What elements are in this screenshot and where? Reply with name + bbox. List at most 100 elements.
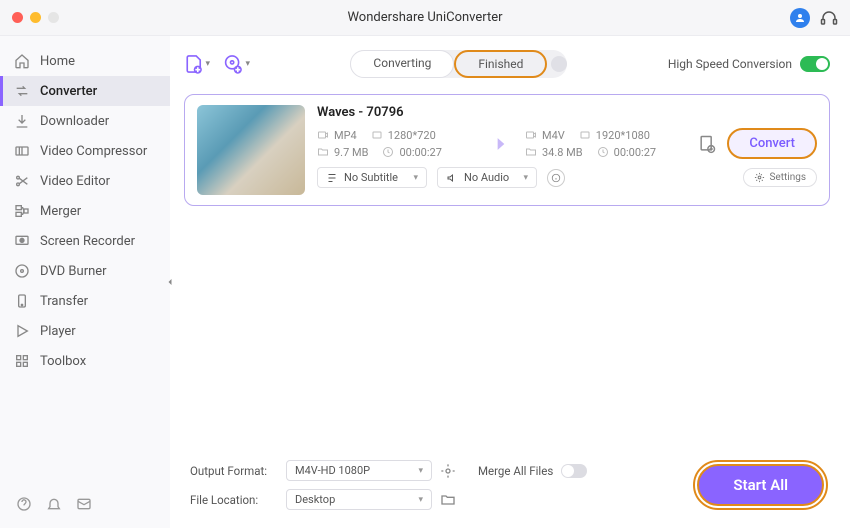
footer: Output Format: M4V-HD 1080P▾ Merge All F… <box>184 446 830 528</box>
sidebar-item-label: Video Compressor <box>40 144 147 159</box>
sidebar: Home Converter Downloader Video Compress… <box>0 36 170 528</box>
info-icon <box>551 173 561 183</box>
sidebar-item-label: Downloader <box>40 114 109 129</box>
high-speed-toggle[interactable] <box>800 56 830 72</box>
sidebar-item-label: Screen Recorder <box>40 234 135 249</box>
chevron-down-icon: ▾ <box>205 59 210 69</box>
clock-icon <box>597 146 609 158</box>
task-card[interactable]: Waves - 70796 MP4 1280*720 9.7 MB 00:00:… <box>184 94 830 206</box>
sidebar-item-compressor[interactable]: Video Compressor <box>0 136 170 166</box>
window-controls <box>12 12 59 23</box>
titlebar: Wondershare UniConverter <box>0 0 850 36</box>
disc-icon <box>14 263 30 279</box>
sidebar-item-label: Merger <box>40 204 81 219</box>
file-location-label: File Location: <box>190 493 278 507</box>
sidebar-item-downloader[interactable]: Downloader <box>0 106 170 136</box>
add-file-icon <box>184 54 203 74</box>
sidebar-item-label: Converter <box>40 84 97 99</box>
add-file-button[interactable]: ▾ <box>184 51 210 77</box>
high-speed-label: High Speed Conversion <box>668 57 792 71</box>
sidebar-item-label: DVD Burner <box>40 264 107 279</box>
sidebar-item-label: Toolbox <box>40 354 86 369</box>
file-location-row: File Location: Desktop▾ <box>190 489 587 510</box>
audio-select[interactable]: No Audio▾ <box>437 167 537 188</box>
tab-segment: Converting Finished <box>350 50 567 78</box>
audio-icon <box>446 172 458 184</box>
close-window-dot[interactable] <box>12 12 23 23</box>
sidebar-item-label: Home <box>40 54 75 69</box>
subtitle-select[interactable]: No Subtitle▾ <box>317 167 427 188</box>
resolution-icon <box>371 129 383 141</box>
gear-icon <box>754 172 765 183</box>
toolbar: ▾ ▾ Converting Finished High Speed Conve… <box>184 50 830 78</box>
video-thumbnail[interactable] <box>197 105 305 195</box>
sidebar-item-label: Video Editor <box>40 174 110 189</box>
convert-button[interactable]: Convert <box>727 128 817 159</box>
task-options-row: No Subtitle▾ No Audio▾ Settings <box>317 167 817 188</box>
chevron-down-icon: ▾ <box>523 173 528 183</box>
sidebar-item-recorder[interactable]: Screen Recorder <box>0 226 170 256</box>
chevron-down-icon: ▾ <box>418 495 423 505</box>
video-icon <box>525 129 537 141</box>
format-settings-icon[interactable] <box>440 463 456 479</box>
minimize-window-dot[interactable] <box>30 12 41 23</box>
footer-left: Output Format: M4V-HD 1080P▾ Merge All F… <box>190 460 587 510</box>
task-meta-row: MP4 1280*720 9.7 MB 00:00:27 M4V 1920*10… <box>317 128 817 159</box>
task-title: Waves - 70796 <box>317 105 817 120</box>
output-format-select[interactable]: M4V-HD 1080P▾ <box>286 460 432 481</box>
info-button[interactable] <box>547 169 565 187</box>
task-actions: Convert <box>697 128 817 159</box>
preset-settings-icon[interactable] <box>697 134 717 154</box>
merge-icon <box>14 203 30 219</box>
sidebar-item-label: Transfer <box>40 294 88 309</box>
dest-meta: M4V 1920*1080 34.8 MB 00:00:27 <box>525 129 685 159</box>
start-all-button[interactable]: Start All <box>697 464 824 506</box>
user-avatar[interactable] <box>790 8 810 28</box>
support-headset-icon[interactable] <box>820 9 838 27</box>
collapse-sidebar-icon[interactable] <box>164 276 176 288</box>
file-location-select[interactable]: Desktop▾ <box>286 489 432 510</box>
source-meta: MP4 1280*720 9.7 MB 00:00:27 <box>317 129 477 159</box>
sidebar-item-player[interactable]: Player <box>0 316 170 346</box>
transfer-icon <box>14 293 30 309</box>
home-icon <box>14 53 30 69</box>
settings-chip[interactable]: Settings <box>743 168 817 187</box>
notification-icon[interactable] <box>46 496 62 512</box>
arrow-right-icon <box>491 134 511 154</box>
sidebar-item-merger[interactable]: Merger <box>0 196 170 226</box>
output-format-label: Output Format: <box>190 464 278 478</box>
sidebar-item-editor[interactable]: Video Editor <box>0 166 170 196</box>
main: Home Converter Downloader Video Compress… <box>0 36 850 528</box>
scissors-icon <box>14 173 30 189</box>
chevron-down-icon: ▾ <box>418 466 423 476</box>
resolution-icon <box>579 129 591 141</box>
chevron-down-icon: ▾ <box>413 173 418 183</box>
merge-all-files: Merge All Files <box>478 464 587 478</box>
grid-icon <box>14 353 30 369</box>
compress-icon <box>14 143 30 159</box>
sidebar-item-toolbox[interactable]: Toolbox <box>0 346 170 376</box>
tab-toggle-indicator <box>551 56 567 72</box>
maximize-window-dot[interactable] <box>48 12 59 23</box>
app-title: Wondershare UniConverter <box>347 10 502 25</box>
sidebar-item-dvd[interactable]: DVD Burner <box>0 256 170 286</box>
help-icon[interactable] <box>16 496 32 512</box>
sidebar-item-transfer[interactable]: Transfer <box>0 286 170 316</box>
output-format-row: Output Format: M4V-HD 1080P▾ Merge All F… <box>190 460 587 481</box>
high-speed-conversion: High Speed Conversion <box>668 56 830 72</box>
play-icon <box>14 323 30 339</box>
tab-converting[interactable]: Converting <box>350 50 454 78</box>
add-disc-icon <box>224 54 243 74</box>
video-icon <box>317 129 329 141</box>
sidebar-item-converter[interactable]: Converter <box>0 76 170 106</box>
sidebar-item-label: Player <box>40 324 76 339</box>
feedback-icon[interactable] <box>76 496 92 512</box>
tab-finished[interactable]: Finished <box>454 50 547 78</box>
subtitle-icon <box>326 172 338 184</box>
download-icon <box>14 113 30 129</box>
merge-toggle[interactable] <box>561 464 587 478</box>
open-folder-icon[interactable] <box>440 492 456 508</box>
sidebar-item-home[interactable]: Home <box>0 46 170 76</box>
add-disc-button[interactable]: ▾ <box>224 51 250 77</box>
clock-icon <box>382 146 394 158</box>
